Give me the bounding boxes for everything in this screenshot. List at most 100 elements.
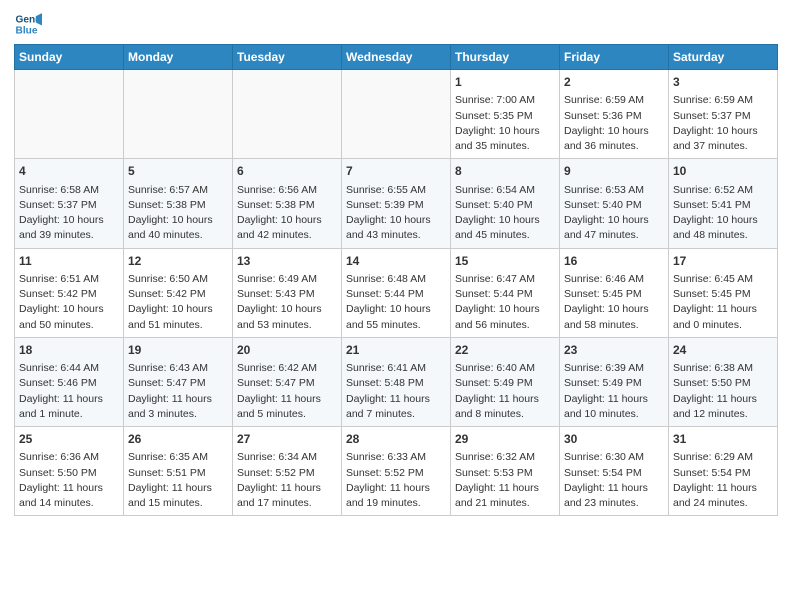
day-number: 26 xyxy=(128,431,228,448)
calendar-cell: 12Sunrise: 6:50 AM Sunset: 5:42 PM Dayli… xyxy=(124,248,233,337)
calendar-cell xyxy=(15,70,124,159)
day-number: 17 xyxy=(673,253,773,270)
day-info: Sunrise: 6:39 AM Sunset: 5:49 PM Dayligh… xyxy=(564,361,664,422)
day-number: 1 xyxy=(455,74,555,91)
day-info: Sunrise: 6:51 AM Sunset: 5:42 PM Dayligh… xyxy=(19,272,119,333)
svg-text:Blue: Blue xyxy=(16,25,38,36)
day-info: Sunrise: 6:53 AM Sunset: 5:40 PM Dayligh… xyxy=(564,183,664,244)
calendar-cell: 29 Sunrise: 6:32 AM Sunset: 5:53 PM Dayli… xyxy=(451,427,560,516)
calendar-cell: 16 Sunrise: 6:46 AM Sunset: 5:45 PM Dayli… xyxy=(560,248,669,337)
calendar-cell: 20 Sunrise: 6:42 AM Sunset: 5:47 PM Dayli… xyxy=(233,337,342,426)
calendar-cell: 26 Sunrise: 6:35 AM Sunset: 5:51 PM Dayli… xyxy=(124,427,233,516)
logo-icon: General Blue xyxy=(14,10,42,38)
day-info: Sunrise: 6:33 AM Sunset: 5:52 PM Dayligh… xyxy=(346,450,446,511)
day-info: Sunrise: 6:47 AM Sunset: 5:44 PM Dayligh… xyxy=(455,272,555,333)
calendar-cell: 8 Sunrise: 6:54 AM Sunset: 5:40 PM Daylig… xyxy=(451,159,560,248)
day-info: Sunrise: 6:48 AM Sunset: 5:44 PM Dayligh… xyxy=(346,272,446,333)
day-number: 10 xyxy=(673,163,773,180)
calendar-cell: 14 Sunrise: 6:48 AM Sunset: 5:44 PM Dayli… xyxy=(342,248,451,337)
calendar-cell: 3 Sunrise: 6:59 AM Sunset: 5:37 PM Daylig… xyxy=(669,70,778,159)
day-info: Sunrise: 6:57 AM Sunset: 5:38 PM Dayligh… xyxy=(128,183,228,244)
calendar-week-3: 11 Sunrise: 6:51 AM Sunset: 5:42 PM Dayli… xyxy=(15,248,778,337)
calendar-cell: 28Sunrise: 6:33 AM Sunset: 5:52 PM Dayli… xyxy=(342,427,451,516)
day-number: 25 xyxy=(19,431,119,448)
day-info: Sunrise: 6:44 AM Sunset: 5:46 PM Dayligh… xyxy=(19,361,119,422)
day-number: 16 xyxy=(564,253,664,270)
day-number: 18 xyxy=(19,342,119,359)
day-number: 22 xyxy=(455,342,555,359)
day-info: Sunrise: 6:59 AM Sunset: 5:36 PM Dayligh… xyxy=(564,93,664,154)
weekday-header-saturday: Saturday xyxy=(669,45,778,70)
calendar-cell: 10 Sunrise: 6:52 AM Sunset: 5:41 PM Dayli… xyxy=(669,159,778,248)
calendar-cell: 23 Sunrise: 6:39 AM Sunset: 5:49 PM Dayli… xyxy=(560,337,669,426)
day-number: 21 xyxy=(346,342,446,359)
calendar-cell: 24Sunrise: 6:38 AM Sunset: 5:50 PM Dayli… xyxy=(669,337,778,426)
calendar-cell: 25 Sunrise: 6:36 AM Sunset: 5:50 PM Dayli… xyxy=(15,427,124,516)
day-number: 14 xyxy=(346,253,446,270)
calendar-cell xyxy=(124,70,233,159)
day-number: 2 xyxy=(564,74,664,91)
day-info: Sunrise: 6:30 AM Sunset: 5:54 PM Dayligh… xyxy=(564,450,664,511)
calendar-week-5: 25 Sunrise: 6:36 AM Sunset: 5:50 PM Dayli… xyxy=(15,427,778,516)
day-number: 8 xyxy=(455,163,555,180)
day-number: 11 xyxy=(19,253,119,270)
day-info: Sunrise: 6:56 AM Sunset: 5:38 PM Dayligh… xyxy=(237,183,337,244)
day-info: Sunrise: 6:41 AM Sunset: 5:48 PM Dayligh… xyxy=(346,361,446,422)
calendar-cell: 27 Sunrise: 6:34 AM Sunset: 5:52 PM Dayli… xyxy=(233,427,342,516)
day-number: 30 xyxy=(564,431,664,448)
page-header: General Blue xyxy=(14,10,778,38)
day-number: 20 xyxy=(237,342,337,359)
day-number: 3 xyxy=(673,74,773,91)
day-info: Sunrise: 6:50 AM Sunset: 5:42 PM Dayligh… xyxy=(128,272,228,333)
day-info: Sunrise: 6:45 AM Sunset: 5:45 PM Dayligh… xyxy=(673,272,773,333)
weekday-header-thursday: Thursday xyxy=(451,45,560,70)
day-number: 23 xyxy=(564,342,664,359)
calendar-cell: 19 Sunrise: 6:43 AM Sunset: 5:47 PM Dayli… xyxy=(124,337,233,426)
day-info: Sunrise: 6:59 AM Sunset: 5:37 PM Dayligh… xyxy=(673,93,773,154)
day-info: Sunrise: 7:00 AM Sunset: 5:35 PM Dayligh… xyxy=(455,93,555,154)
day-info: Sunrise: 6:34 AM Sunset: 5:52 PM Dayligh… xyxy=(237,450,337,511)
day-info: Sunrise: 6:55 AM Sunset: 5:39 PM Dayligh… xyxy=(346,183,446,244)
calendar-cell: 9Sunrise: 6:53 AM Sunset: 5:40 PM Daylig… xyxy=(560,159,669,248)
day-info: Sunrise: 6:58 AM Sunset: 5:37 PM Dayligh… xyxy=(19,183,119,244)
weekday-header-monday: Monday xyxy=(124,45,233,70)
calendar-cell: 1 Sunrise: 7:00 AM Sunset: 5:35 PM Daylig… xyxy=(451,70,560,159)
calendar-cell: 6Sunrise: 6:56 AM Sunset: 5:38 PM Daylig… xyxy=(233,159,342,248)
day-number: 27 xyxy=(237,431,337,448)
calendar-header-row: SundayMondayTuesdayWednesdayThursdayFrid… xyxy=(15,45,778,70)
calendar-cell: 2 Sunrise: 6:59 AM Sunset: 5:36 PM Daylig… xyxy=(560,70,669,159)
calendar-cell xyxy=(342,70,451,159)
weekday-header-sunday: Sunday xyxy=(15,45,124,70)
day-number: 5 xyxy=(128,163,228,180)
day-info: Sunrise: 6:52 AM Sunset: 5:41 PM Dayligh… xyxy=(673,183,773,244)
calendar-cell: 17 Sunrise: 6:45 AM Sunset: 5:45 PM Dayli… xyxy=(669,248,778,337)
day-number: 4 xyxy=(19,163,119,180)
calendar-cell: 15 Sunrise: 6:47 AM Sunset: 5:44 PM Dayli… xyxy=(451,248,560,337)
day-number: 19 xyxy=(128,342,228,359)
day-info: Sunrise: 6:38 AM Sunset: 5:50 PM Dayligh… xyxy=(673,361,773,422)
day-info: Sunrise: 6:46 AM Sunset: 5:45 PM Dayligh… xyxy=(564,272,664,333)
calendar-cell: 7 Sunrise: 6:55 AM Sunset: 5:39 PM Daylig… xyxy=(342,159,451,248)
calendar-cell: 13 Sunrise: 6:49 AM Sunset: 5:43 PM Dayli… xyxy=(233,248,342,337)
day-info: Sunrise: 6:40 AM Sunset: 5:49 PM Dayligh… xyxy=(455,361,555,422)
day-info: Sunrise: 6:32 AM Sunset: 5:53 PM Dayligh… xyxy=(455,450,555,511)
day-number: 31 xyxy=(673,431,773,448)
calendar-week-2: 4 Sunrise: 6:58 AM Sunset: 5:37 PM Daylig… xyxy=(15,159,778,248)
day-number: 15 xyxy=(455,253,555,270)
day-info: Sunrise: 6:54 AM Sunset: 5:40 PM Dayligh… xyxy=(455,183,555,244)
day-info: Sunrise: 6:49 AM Sunset: 5:43 PM Dayligh… xyxy=(237,272,337,333)
calendar-cell: 18 Sunrise: 6:44 AM Sunset: 5:46 PM Dayli… xyxy=(15,337,124,426)
day-info: Sunrise: 6:42 AM Sunset: 5:47 PM Dayligh… xyxy=(237,361,337,422)
day-info: Sunrise: 6:29 AM Sunset: 5:54 PM Dayligh… xyxy=(673,450,773,511)
calendar-cell: 30 Sunrise: 6:30 AM Sunset: 5:54 PM Dayli… xyxy=(560,427,669,516)
day-info: Sunrise: 6:36 AM Sunset: 5:50 PM Dayligh… xyxy=(19,450,119,511)
day-info: Sunrise: 6:43 AM Sunset: 5:47 PM Dayligh… xyxy=(128,361,228,422)
day-number: 7 xyxy=(346,163,446,180)
weekday-header-friday: Friday xyxy=(560,45,669,70)
day-number: 13 xyxy=(237,253,337,270)
day-number: 29 xyxy=(455,431,555,448)
weekday-header-tuesday: Tuesday xyxy=(233,45,342,70)
day-info: Sunrise: 6:35 AM Sunset: 5:51 PM Dayligh… xyxy=(128,450,228,511)
calendar-table: SundayMondayTuesdayWednesdayThursdayFrid… xyxy=(14,44,778,516)
calendar-cell xyxy=(233,70,342,159)
